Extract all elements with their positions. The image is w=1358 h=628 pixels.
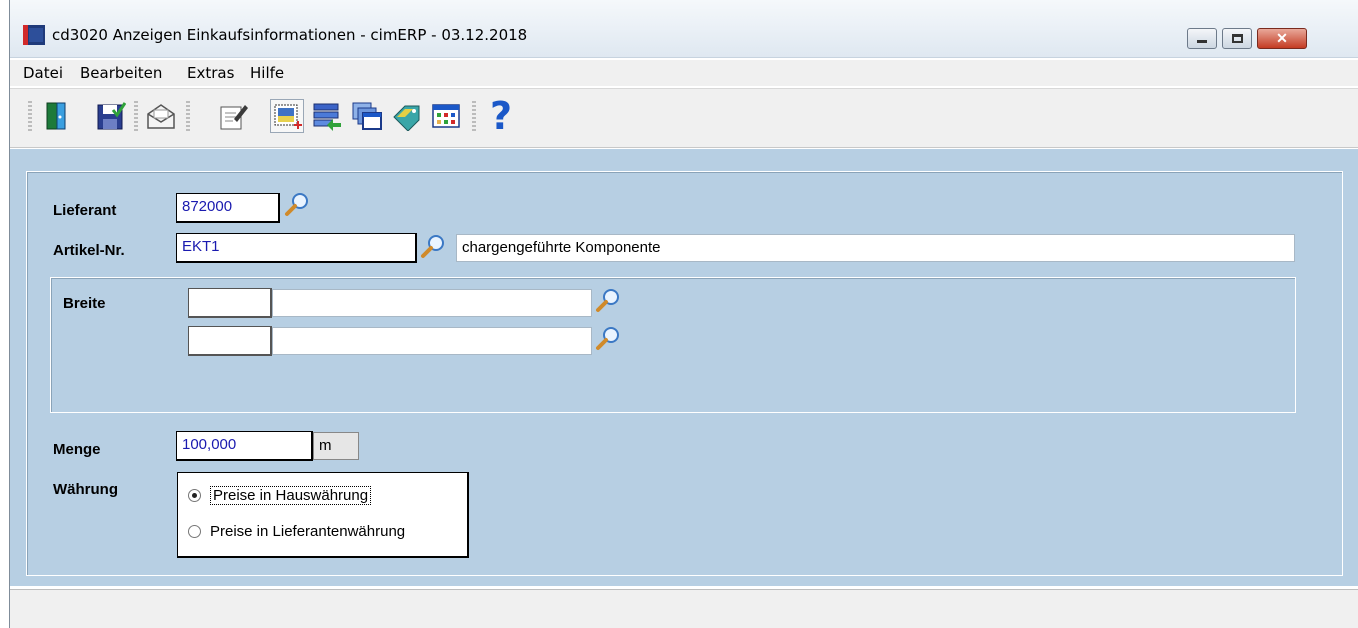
- exit-button[interactable]: [40, 99, 74, 133]
- label-tag-button[interactable]: [390, 99, 424, 133]
- save-icon: [97, 102, 126, 130]
- radio-label-hauswaehrung: Preise in Hauswährung: [210, 486, 372, 505]
- window-title: cd3020 Anzeigen Einkaufsinformationen - …: [52, 26, 528, 44]
- lieferant-input[interactable]: 872000: [176, 193, 280, 223]
- breite-lookup-icon[interactable]: [595, 325, 621, 351]
- edit-document-icon: [220, 105, 248, 130]
- menge-unit: m: [313, 432, 359, 460]
- radio-label-lieferantenwaehrung: Preise in Lieferantenwährung: [210, 523, 406, 540]
- form-area: Lieferant 872000 Artikel-Nr. EKT1 charge…: [10, 149, 1358, 586]
- artikel-input[interactable]: EKT1: [176, 233, 417, 263]
- close-icon: ✕: [1276, 30, 1288, 46]
- menu-bearbeiten[interactable]: Bearbeiten: [80, 64, 162, 82]
- help-button[interactable]: ?: [484, 94, 518, 138]
- toolbar-separator: [28, 101, 32, 131]
- radio-option-hauswaehrung[interactable]: Preise in Hauswährung: [188, 486, 372, 505]
- toolbar-separator: [186, 101, 190, 131]
- close-button[interactable]: ✕: [1257, 28, 1307, 49]
- menu-extras[interactable]: Extras: [187, 64, 234, 82]
- maximize-button[interactable]: [1222, 28, 1252, 49]
- title-bar: cd3020 Anzeigen Einkaufsinformationen - …: [10, 0, 1358, 58]
- minimize-button[interactable]: [1187, 28, 1217, 49]
- artikel-label: Artikel-Nr.: [53, 242, 125, 259]
- menge-input[interactable]: 100,000: [176, 431, 313, 461]
- new-record-icon: [274, 104, 302, 129]
- new-record-button[interactable]: [270, 99, 304, 133]
- import-list-button[interactable]: [310, 99, 344, 133]
- mail-button[interactable]: [144, 99, 178, 133]
- artikel-lookup-icon[interactable]: [420, 233, 446, 259]
- lieferant-label: Lieferant: [53, 202, 117, 219]
- toolbar-separator: [134, 101, 138, 131]
- app-window: cd3020 Anzeigen Einkaufsinformationen - …: [9, 0, 1358, 628]
- windows-icon: [352, 102, 382, 130]
- grid-table-icon: [432, 104, 460, 128]
- breite-code-input[interactable]: [188, 288, 272, 318]
- breite-text-field[interactable]: [272, 289, 592, 317]
- exit-door-icon: [46, 102, 66, 130]
- edit-document-button[interactable]: [216, 99, 250, 133]
- radio-button-checked[interactable]: [188, 489, 201, 502]
- windows-button[interactable]: [350, 99, 384, 133]
- menu-bar: Datei Bearbeiten Extras Hilfe: [10, 60, 1358, 86]
- maximize-icon: [1231, 34, 1243, 43]
- minimize-icon: [1197, 40, 1207, 43]
- artikel-description: chargengeführte Komponente: [456, 234, 1295, 262]
- save-button[interactable]: [94, 99, 128, 133]
- toolbar-separator: [472, 101, 476, 131]
- waehrung-label: Währung: [53, 481, 118, 498]
- breite-lookup-icon[interactable]: [595, 287, 621, 313]
- breite-text-field[interactable]: [272, 327, 592, 355]
- label-tag-icon: [393, 105, 420, 131]
- import-list-icon: [313, 103, 341, 131]
- grid-table-button[interactable]: [430, 99, 464, 133]
- help-icon: ?: [489, 94, 513, 138]
- lieferant-lookup-icon[interactable]: [284, 191, 310, 217]
- status-bar: [10, 589, 1358, 628]
- menge-label: Menge: [53, 441, 101, 458]
- app-logo-icon: [23, 25, 45, 45]
- breite-label: Breite: [63, 295, 106, 312]
- toolbar: ?: [10, 88, 1358, 148]
- breite-code-input[interactable]: [188, 326, 272, 356]
- waehrung-radio-group: Preise in Hauswährung Preise in Lieferan…: [177, 472, 469, 558]
- menu-datei[interactable]: Datei: [23, 64, 63, 82]
- mail-icon: [147, 104, 175, 129]
- radio-button-unchecked[interactable]: [188, 525, 201, 538]
- menu-hilfe[interactable]: Hilfe: [250, 64, 284, 82]
- radio-option-lieferantenwaehrung[interactable]: Preise in Lieferantenwährung: [188, 523, 405, 540]
